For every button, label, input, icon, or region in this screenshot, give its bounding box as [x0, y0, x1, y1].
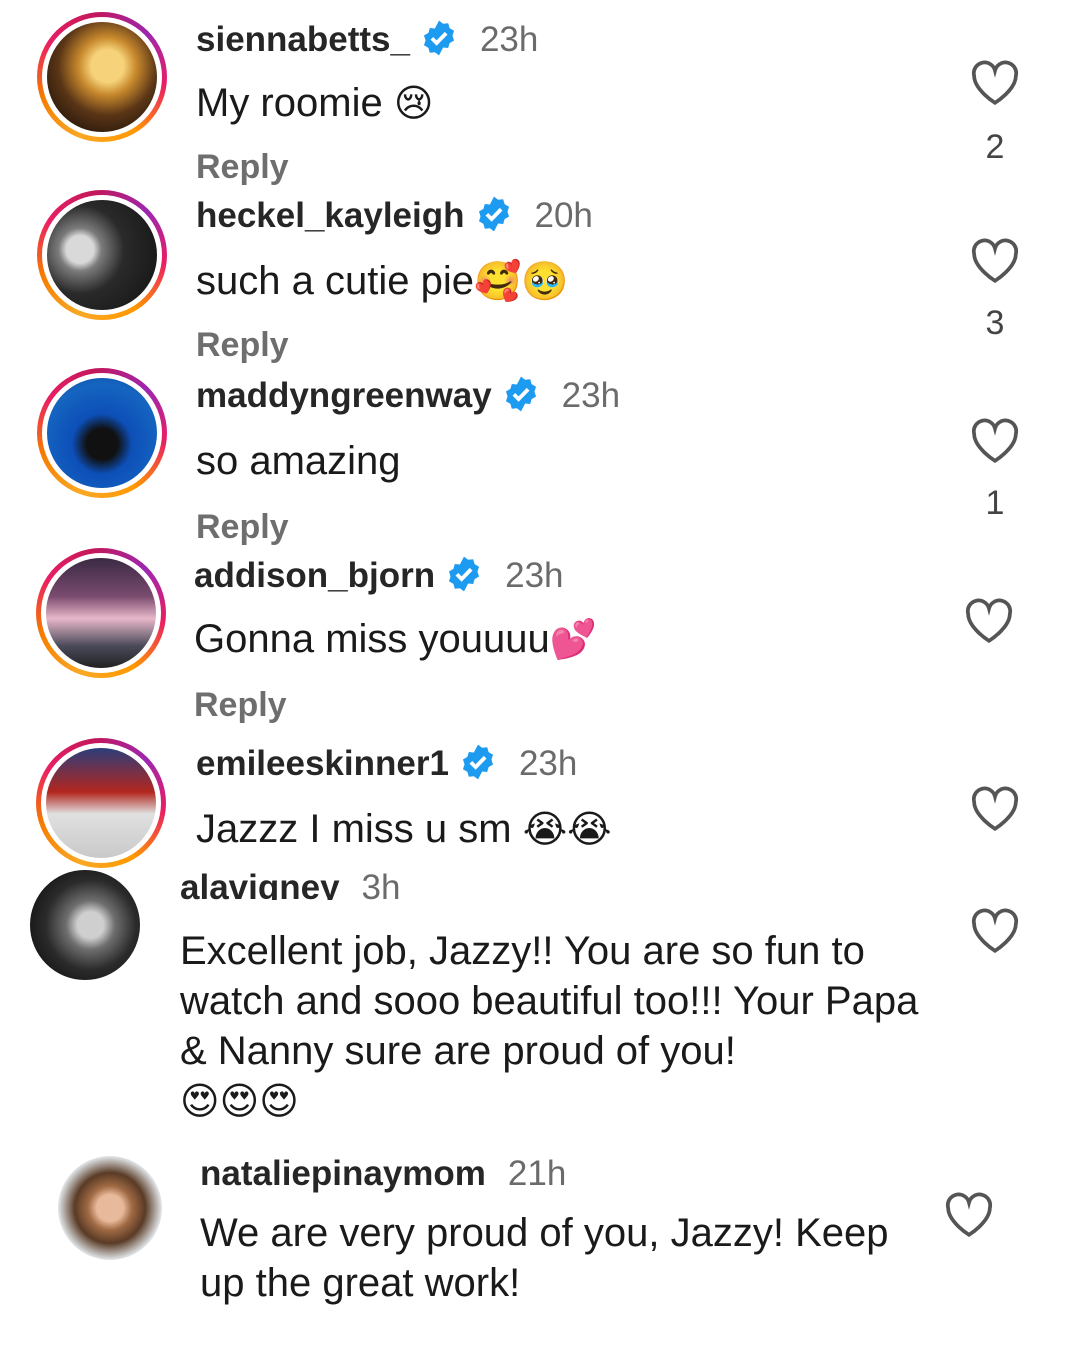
comment-text: Excellent job, Jazzy!! You are so fun to…	[180, 929, 919, 1073]
comment-time: 21h	[507, 1154, 567, 1193]
heart-outline-icon[interactable]	[970, 238, 1020, 284]
avatar-story-ring[interactable]	[36, 738, 166, 868]
username[interactable]: maddyngreenway	[196, 376, 492, 415]
emoji: 😢	[393, 81, 434, 125]
comment-time: 23h	[518, 744, 578, 783]
comment-time: 20h	[534, 196, 593, 235]
heart-outline-icon[interactable]	[970, 786, 1020, 832]
avatar[interactable]	[58, 1156, 162, 1260]
verified-badge-icon	[478, 196, 509, 232]
avatar	[47, 200, 157, 310]
comment-time: 23h	[561, 376, 621, 415]
username[interactable]: emileeskinner1	[196, 744, 449, 783]
like-count: 3	[985, 304, 1005, 342]
avatar-story-ring[interactable]	[37, 368, 167, 498]
heart-outline-icon[interactable]	[964, 598, 1014, 644]
comment-time: 23h	[505, 556, 564, 595]
avatar	[47, 22, 157, 132]
avatar-story-ring[interactable]	[37, 190, 167, 320]
username[interactable]: heckel_kayleigh	[196, 196, 465, 235]
reply-button[interactable]: Reply	[194, 686, 287, 725]
comment-item: addison_bjorn 23h Gonna miss youuuu💕 Repl…	[0, 540, 1080, 730]
comment-item: heckel_kayleigh 20h such a cutie pie🥰🥹 Re…	[0, 180, 1080, 364]
emoji: 🥰🥹	[473, 259, 569, 303]
comment-text: My roomie	[196, 81, 383, 125]
verified-badge-icon	[423, 20, 455, 56]
heart-outline-icon[interactable]	[970, 60, 1020, 106]
avatar	[46, 748, 156, 858]
comment-time: 23h	[479, 20, 539, 59]
username[interactable]: siennabetts_	[196, 20, 410, 59]
heart-outline-icon[interactable]	[970, 908, 1020, 954]
verified-badge-icon	[505, 376, 536, 412]
comment-item: siennabetts_ 23h My roomie 😢 Reply 2	[0, 0, 1080, 186]
emoji: 😭😭	[522, 807, 612, 851]
verified-badge-icon	[462, 744, 493, 780]
comment-text: Jazzz I miss u sm	[196, 807, 512, 851]
comment-item: emileeskinner1 23h Jazzz I miss u sm 😭😭	[0, 730, 1080, 870]
comment-item: nataliepinaymom 21h We are very proud of …	[0, 1150, 1080, 1350]
comment-item: maddyngreenway 23h so amazing Reply 1	[0, 360, 1080, 546]
comment-text: Gonna miss youuuu	[194, 617, 550, 661]
avatar	[47, 378, 157, 488]
heart-outline-icon[interactable]	[944, 1192, 994, 1238]
avatar	[46, 558, 156, 668]
comment-text: such a cutie pie	[196, 259, 474, 303]
emoji: 💕	[549, 617, 598, 661]
avatar[interactable]	[30, 870, 140, 980]
like-count: 2	[985, 128, 1005, 166]
heart-outline-icon[interactable]	[970, 418, 1020, 464]
comment-text: We are very proud of you, Jazzy! Keep up…	[200, 1211, 889, 1305]
username[interactable]: alavigney	[180, 868, 340, 900]
username[interactable]: addison_bjorn	[194, 556, 435, 595]
avatar-story-ring[interactable]	[37, 12, 167, 142]
verified-badge-icon	[449, 556, 480, 592]
comment-time: 3h	[361, 868, 401, 900]
emoji: 😍😍😍	[180, 1079, 299, 1123]
comment-item: alavigney 3h Excellent job, Jazzy!! You a…	[0, 868, 1080, 1140]
avatar-story-ring[interactable]	[36, 548, 166, 678]
username[interactable]: nataliepinaymom	[200, 1154, 486, 1193]
like-count: 1	[985, 484, 1005, 522]
comment-text: so amazing	[196, 439, 401, 483]
